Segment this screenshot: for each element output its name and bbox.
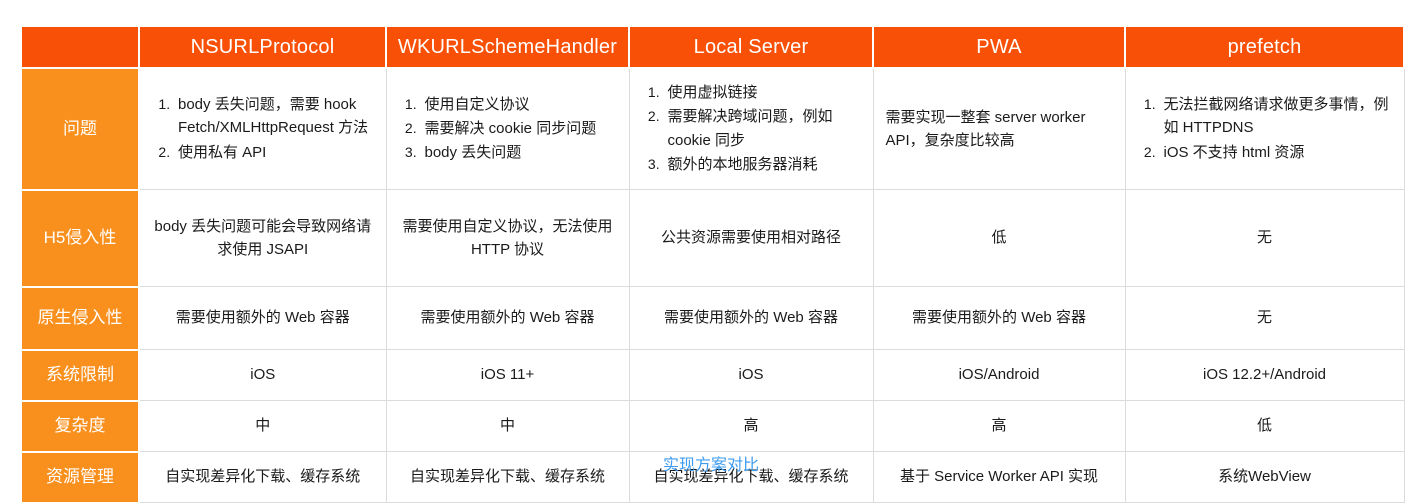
cell-complexity-wkurlschemehandler: 中 — [385, 400, 630, 452]
cell-h5-pwa: 低 — [872, 189, 1126, 287]
list-item: 需要解决跨域问题，例如 cookie 同步 — [664, 105, 861, 152]
cell-os-pwa: iOS/Android — [872, 349, 1126, 401]
cell-h5-nsurlprotocol: body 丢失问题可能会导致网络请求使用 JSAPI — [138, 189, 387, 287]
bullet-list: 无法拦截网络请求做更多事情，例如 HTTPDNS iOS 不支持 html 资源 — [1138, 93, 1392, 164]
table-row: 问题 body 丢失问题，需要 hook Fetch/XMLHttpReques… — [20, 67, 1405, 191]
cell-native-wkurlschemehandler: 需要使用额外的 Web 容器 — [385, 286, 630, 350]
cell-complexity-pwa: 高 — [872, 400, 1126, 452]
cell-os-prefetch: iOS 12.2+/Android — [1124, 349, 1405, 401]
cell-h5-prefetch: 无 — [1124, 189, 1405, 287]
cell-problems-wkurlschemehandler: 使用自定义协议 需要解决 cookie 同步问题 body 丢失问题 — [385, 67, 630, 190]
row-label-os-limits: 系统限制 — [20, 348, 140, 402]
cell-native-localserver: 需要使用额外的 Web 容器 — [628, 286, 874, 350]
table-row: 复杂度 中 中 高 高 低 — [20, 399, 1405, 453]
bullet-list: 使用自定义协议 需要解决 cookie 同步问题 body 丢失问题 — [399, 93, 617, 165]
cell-text: 需要实现一整套 server worker API，复杂度比较高 — [885, 108, 1086, 149]
table-row: H5侵入性 body 丢失问题可能会导致网络请求使用 JSAPI 需要使用自定义… — [20, 188, 1405, 288]
comparison-table: NSURLProtocol WKURLSchemeHandler Local S… — [20, 25, 1405, 504]
table-row: 系统限制 iOS iOS 11+ iOS iOS/Android iOS 12.… — [20, 348, 1405, 402]
row-label-native-intrusiveness: 原生侵入性 — [20, 285, 140, 351]
cell-problems-localserver: 使用虚拟链接 需要解决跨域问题，例如 cookie 同步 额外的本地服务器消耗 — [628, 67, 874, 190]
column-header-wkurlschemehandler: WKURLSchemeHandler — [385, 25, 630, 69]
list-item: 使用自定义协议 — [421, 93, 617, 116]
cell-native-prefetch: 无 — [1124, 286, 1405, 350]
cell-h5-localserver: 公共资源需要使用相对路径 — [628, 189, 874, 287]
column-header-localserver: Local Server — [628, 25, 874, 69]
cell-problems-nsurlprotocol: body 丢失问题，需要 hook Fetch/XMLHttpRequest 方… — [138, 67, 387, 190]
list-item: body 丢失问题 — [421, 141, 617, 164]
list-item: body 丢失问题，需要 hook Fetch/XMLHttpRequest 方… — [174, 93, 374, 140]
list-item: 使用私有 API — [174, 141, 374, 164]
header-row: NSURLProtocol WKURLSchemeHandler Local S… — [20, 25, 1405, 69]
bullet-list: 使用虚拟链接 需要解决跨域问题，例如 cookie 同步 额外的本地服务器消耗 — [642, 81, 861, 176]
list-item: 额外的本地服务器消耗 — [664, 153, 861, 176]
comparison-table-wrapper: NSURLProtocol WKURLSchemeHandler Local S… — [20, 25, 1405, 504]
column-header-pwa: PWA — [872, 25, 1126, 69]
list-item: 无法拦截网络请求做更多事情，例如 HTTPDNS — [1160, 93, 1392, 140]
row-label-complexity: 复杂度 — [20, 399, 140, 453]
table-header: NSURLProtocol WKURLSchemeHandler Local S… — [20, 25, 1405, 69]
table-row: 原生侵入性 需要使用额外的 Web 容器 需要使用额外的 Web 容器 需要使用… — [20, 285, 1405, 351]
list-item: 使用虚拟链接 — [664, 81, 861, 104]
cell-os-localserver: iOS — [628, 349, 874, 401]
cell-native-pwa: 需要使用额外的 Web 容器 — [872, 286, 1126, 350]
cell-native-nsurlprotocol: 需要使用额外的 Web 容器 — [138, 286, 387, 350]
cell-os-wkurlschemehandler: iOS 11+ — [385, 349, 630, 401]
cell-h5-wkurlschemehandler: 需要使用自定义协议，无法使用 HTTP 协议 — [385, 189, 630, 287]
row-label-h5-intrusiveness: H5侵入性 — [20, 188, 140, 288]
list-item: iOS 不支持 html 资源 — [1160, 141, 1392, 164]
cell-complexity-prefetch: 低 — [1124, 400, 1405, 452]
table-body: 问题 body 丢失问题，需要 hook Fetch/XMLHttpReques… — [20, 67, 1405, 504]
page-root: NSURLProtocol WKURLSchemeHandler Local S… — [0, 0, 1422, 504]
cell-problems-pwa: 需要实现一整套 server worker API，复杂度比较高 — [872, 67, 1126, 190]
header-corner-cell — [20, 25, 140, 69]
table-caption: 实现方案对比 — [662, 457, 759, 474]
row-label-problems: 问题 — [20, 67, 140, 191]
cell-complexity-localserver: 高 — [628, 400, 874, 452]
bullet-list: body 丢失问题，需要 hook Fetch/XMLHttpRequest 方… — [152, 93, 374, 164]
cell-os-nsurlprotocol: iOS — [138, 349, 387, 401]
cell-complexity-nsurlprotocol: 中 — [138, 400, 387, 452]
column-header-prefetch: prefetch — [1124, 25, 1405, 69]
list-item: 需要解决 cookie 同步问题 — [421, 117, 617, 140]
column-header-nsurlprotocol: NSURLProtocol — [138, 25, 387, 69]
cell-problems-prefetch: 无法拦截网络请求做更多事情，例如 HTTPDNS iOS 不支持 html 资源 — [1124, 67, 1405, 190]
